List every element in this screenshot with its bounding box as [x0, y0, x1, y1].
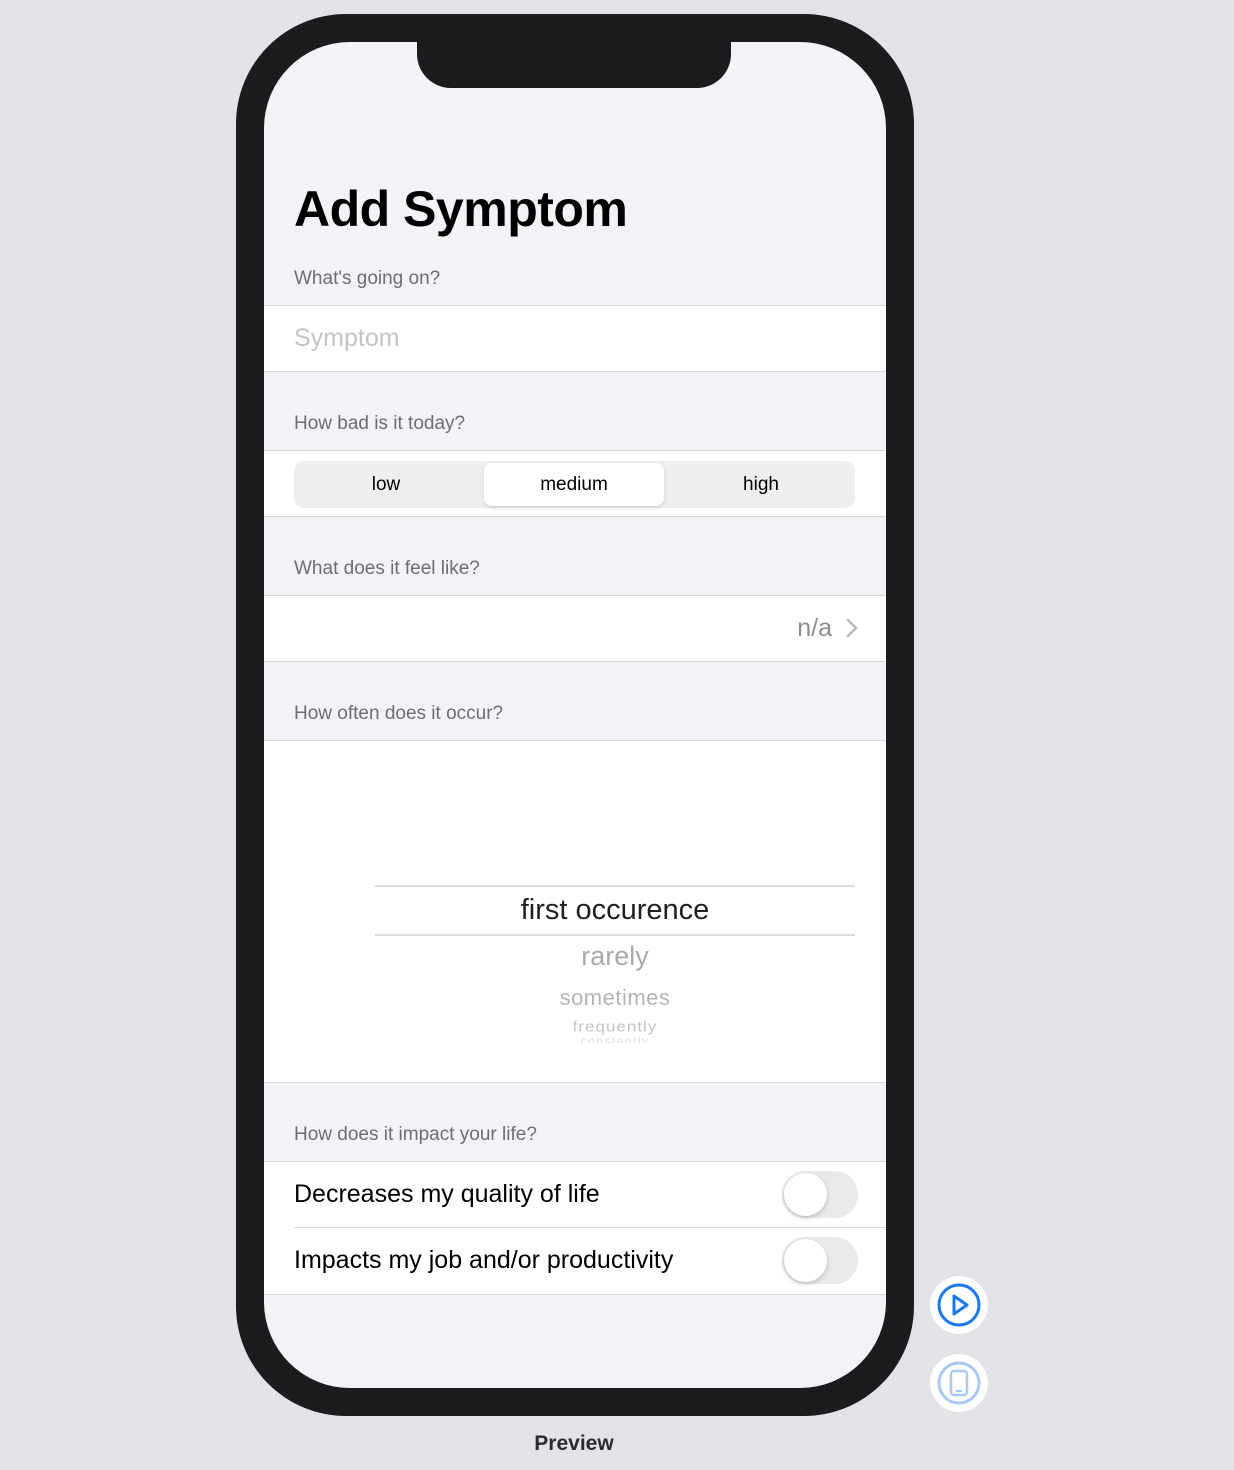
impact-label: Impacts my job and/or productivity — [294, 1246, 674, 1274]
feel-section-header: What does it feel like? — [294, 558, 480, 579]
symptom-cell — [264, 305, 886, 372]
live-preview-button[interactable] — [930, 1276, 988, 1334]
app-screen: Add Symptom What's going on? How bad is … — [264, 42, 886, 1388]
picker-item[interactable]: frequently — [375, 1019, 855, 1036]
preview-label: Preview — [534, 1432, 614, 1455]
impact-cell-group: Decreases my quality of life Impacts my … — [264, 1161, 886, 1295]
picker-selection-top-line — [375, 885, 855, 887]
severity-section-header: How bad is it today? — [294, 413, 466, 434]
quality-of-life-toggle[interactable] — [782, 1171, 858, 1218]
device-settings-button[interactable] — [930, 1354, 988, 1412]
device-icon — [937, 1361, 981, 1405]
job-productivity-toggle[interactable] — [782, 1237, 858, 1284]
toggle-knob — [784, 1173, 827, 1216]
impact-label: Decreases my quality of life — [294, 1180, 600, 1208]
picker-item-selected[interactable]: first occurence — [375, 894, 855, 927]
impact-row-quality: Decreases my quality of life — [264, 1162, 886, 1228]
feel-cell[interactable]: n/a — [264, 595, 886, 662]
severity-segmented-control: low medium high — [294, 461, 855, 508]
picker-selection-bottom-line — [375, 934, 855, 936]
symptom-section-header: What's going on? — [294, 268, 441, 289]
impact-section-header: How does it impact your life? — [294, 1124, 537, 1145]
picker-item[interactable]: constantly — [375, 1035, 855, 1043]
page-title: Add Symptom — [294, 181, 628, 237]
feel-value: n/a — [797, 614, 832, 642]
severity-option-medium[interactable]: medium — [484, 463, 664, 506]
picker-item[interactable]: sometimes — [375, 985, 855, 1011]
frequency-picker[interactable]: first occurence rarely sometimes frequen… — [264, 740, 886, 1083]
severity-cell: low medium high — [264, 450, 886, 517]
device-notch — [417, 40, 731, 88]
chevron-right-icon — [846, 618, 858, 638]
toggle-knob — [784, 1239, 827, 1282]
play-circle-icon — [937, 1283, 981, 1327]
severity-option-low[interactable]: low — [296, 463, 476, 506]
picker-item[interactable]: rarely — [375, 941, 855, 972]
frequency-section-header: How often does it occur? — [294, 703, 504, 724]
symptom-input[interactable] — [294, 306, 854, 370]
impact-row-job: Impacts my job and/or productivity — [264, 1228, 886, 1294]
severity-option-high[interactable]: high — [671, 463, 851, 506]
